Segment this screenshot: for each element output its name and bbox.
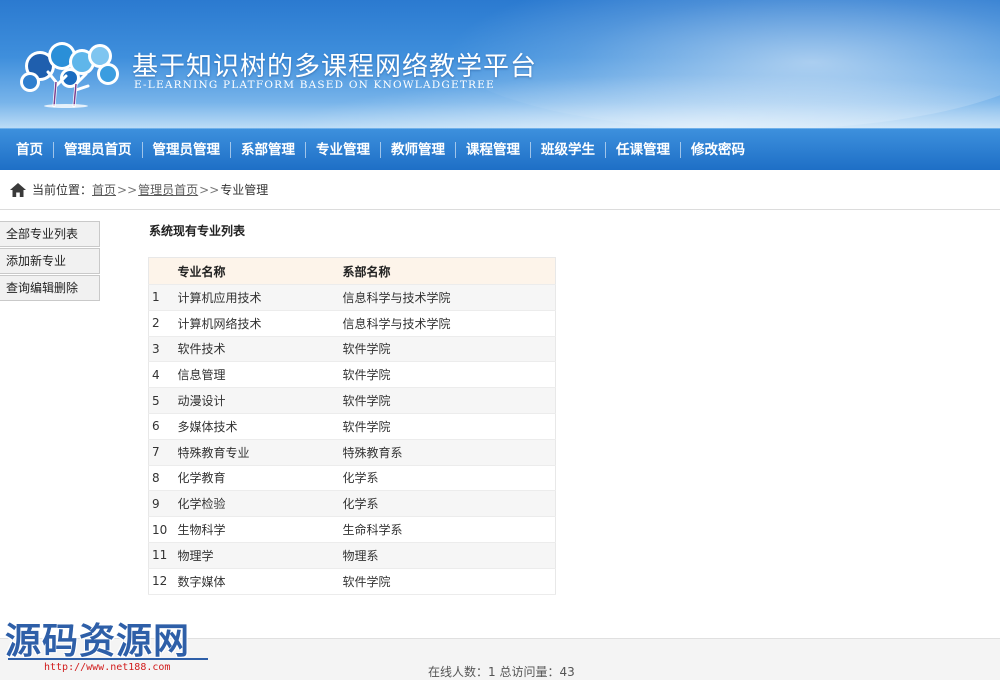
column-header-index: [148, 257, 176, 285]
nav-item-change-password[interactable]: 修改密码: [681, 129, 755, 171]
sidebar-item-all-majors[interactable]: 全部专业列表: [0, 221, 100, 247]
table-row: 12 数字媒体 软件学院: [148, 568, 556, 595]
table-row: 7 特殊教育专业 特殊教育系: [148, 439, 556, 466]
major-name: 物理学: [175, 542, 341, 569]
breadcrumb-link-admin-home[interactable]: 管理员首页: [138, 181, 198, 198]
row-number: 11: [148, 542, 176, 569]
major-name: 动漫设计: [175, 387, 341, 414]
major-name: 多媒体技术: [175, 413, 341, 440]
nav-item-teaching-assignment[interactable]: 任课管理: [606, 129, 680, 171]
breadcrumb-separator: >>: [199, 182, 220, 197]
site-title: 基于知识树的多课程网络教学平台: [132, 52, 538, 82]
section-title: 系统现有专业列表: [149, 224, 246, 238]
department-name: 信息科学与技术学院: [340, 284, 556, 311]
department-name: 软件学院: [340, 336, 556, 363]
breadcrumb-link-home[interactable]: 首页: [92, 181, 116, 198]
department-name: 软件学院: [340, 361, 556, 389]
department-name: 物理系: [340, 542, 556, 569]
major-name: 软件技术: [175, 336, 341, 363]
table-row: 2 计算机网络技术 信息科学与技术学院: [148, 310, 556, 337]
table-row: 11 物理学 物理系: [148, 542, 556, 569]
watermark-underline: [8, 658, 208, 660]
nav-item-home[interactable]: 首页: [6, 129, 53, 171]
department-name: 信息科学与技术学院: [340, 310, 556, 337]
row-number: 5: [148, 387, 176, 414]
nav-item-department-management[interactable]: 系部管理: [231, 129, 305, 171]
major-name: 特殊教育专业: [175, 439, 341, 466]
table-row: 9 化学检验 化学系: [148, 490, 556, 518]
sidebar: 全部专业列表 添加新专业 查询编辑删除: [0, 221, 100, 302]
department-name: 软件学院: [340, 568, 556, 595]
major-name: 化学教育: [175, 465, 341, 492]
nav-item-course-management[interactable]: 课程管理: [456, 129, 530, 171]
sidebar-item-add-major[interactable]: 添加新专业: [0, 248, 100, 274]
column-header-major-name: 专业名称: [175, 257, 341, 285]
row-number: 9: [148, 490, 176, 518]
major-name: 数字媒体: [175, 568, 341, 595]
nav-item-major-management[interactable]: 专业管理: [306, 129, 380, 171]
site-subtitle: E-LEARNING PLATFORM BASED ON KNOWLADGETR…: [134, 79, 495, 91]
table-row: 10 生物科学 生命科学系: [148, 516, 556, 543]
table-row: 6 多媒体技术 软件学院: [148, 413, 556, 440]
row-number: 10: [148, 516, 176, 543]
department-name: 生命科学系: [340, 516, 556, 543]
tree-logo-icon: [20, 42, 119, 108]
breadcrumb-prefix: 当前位置：: [32, 183, 93, 197]
table-row: 4 信息管理 软件学院: [148, 361, 556, 389]
row-number: 6: [148, 413, 176, 440]
nav-item-teacher-management[interactable]: 教师管理: [381, 129, 455, 171]
visitor-stats: 在线人数：1 总访问量：43: [428, 665, 575, 679]
row-number: 8: [148, 465, 176, 492]
row-number: 3: [148, 336, 176, 363]
main-nav: 首页 管理员首页 管理员管理 系部管理 专业管理 教师管理 课程管理 班级学生 …: [0, 128, 1000, 170]
major-name: 计算机网络技术: [175, 310, 341, 337]
table-row: 1 计算机应用技术 信息科学与技术学院: [148, 284, 556, 311]
major-name: 化学检验: [175, 490, 341, 518]
nav-item-admin-management[interactable]: 管理员管理: [143, 129, 231, 171]
breadcrumb-current: 专业管理: [220, 183, 269, 197]
table-row: 8 化学教育 化学系: [148, 465, 556, 492]
row-number: 12: [148, 568, 176, 595]
department-name: 软件学院: [340, 387, 556, 414]
row-number: 1: [148, 284, 176, 311]
table-row: 5 动漫设计 软件学院: [148, 387, 556, 414]
department-name: 软件学院: [340, 413, 556, 440]
row-number: 2: [148, 310, 176, 337]
table-header-row: 专业名称 系部名称: [148, 257, 556, 285]
department-name: 化学系: [340, 490, 556, 518]
row-number: 4: [148, 361, 176, 389]
breadcrumb-separator: >>: [117, 182, 138, 197]
breadcrumb: 当前位置： 首页 >> 管理员首页 >> 专业管理: [0, 170, 1000, 210]
watermark-title: 源码资源网: [5, 621, 191, 662]
table-row: 3 软件技术 软件学院: [148, 336, 556, 363]
major-name: 生物科学: [175, 516, 341, 543]
home-icon: [10, 182, 26, 197]
sidebar-item-query-edit-delete[interactable]: 查询编辑删除: [0, 275, 100, 301]
department-name: 特殊教育系: [340, 439, 556, 466]
department-name: 化学系: [340, 465, 556, 492]
major-table: 专业名称 系部名称 1 计算机应用技术 信息科学与技术学院 2 计算机网络技术 …: [148, 257, 556, 595]
watermark-url: http://www.net188.com: [44, 662, 171, 673]
nav-item-class-students[interactable]: 班级学生: [531, 129, 605, 171]
major-name: 信息管理: [175, 361, 341, 389]
row-number: 7: [148, 439, 176, 466]
major-name: 计算机应用技术: [175, 284, 341, 311]
nav-item-admin-home[interactable]: 管理员首页: [54, 129, 142, 171]
column-header-department-name: 系部名称: [340, 257, 556, 285]
site-header: 基于知识树的多课程网络教学平台 E-LEARNING PLATFORM BASE…: [0, 0, 1000, 128]
